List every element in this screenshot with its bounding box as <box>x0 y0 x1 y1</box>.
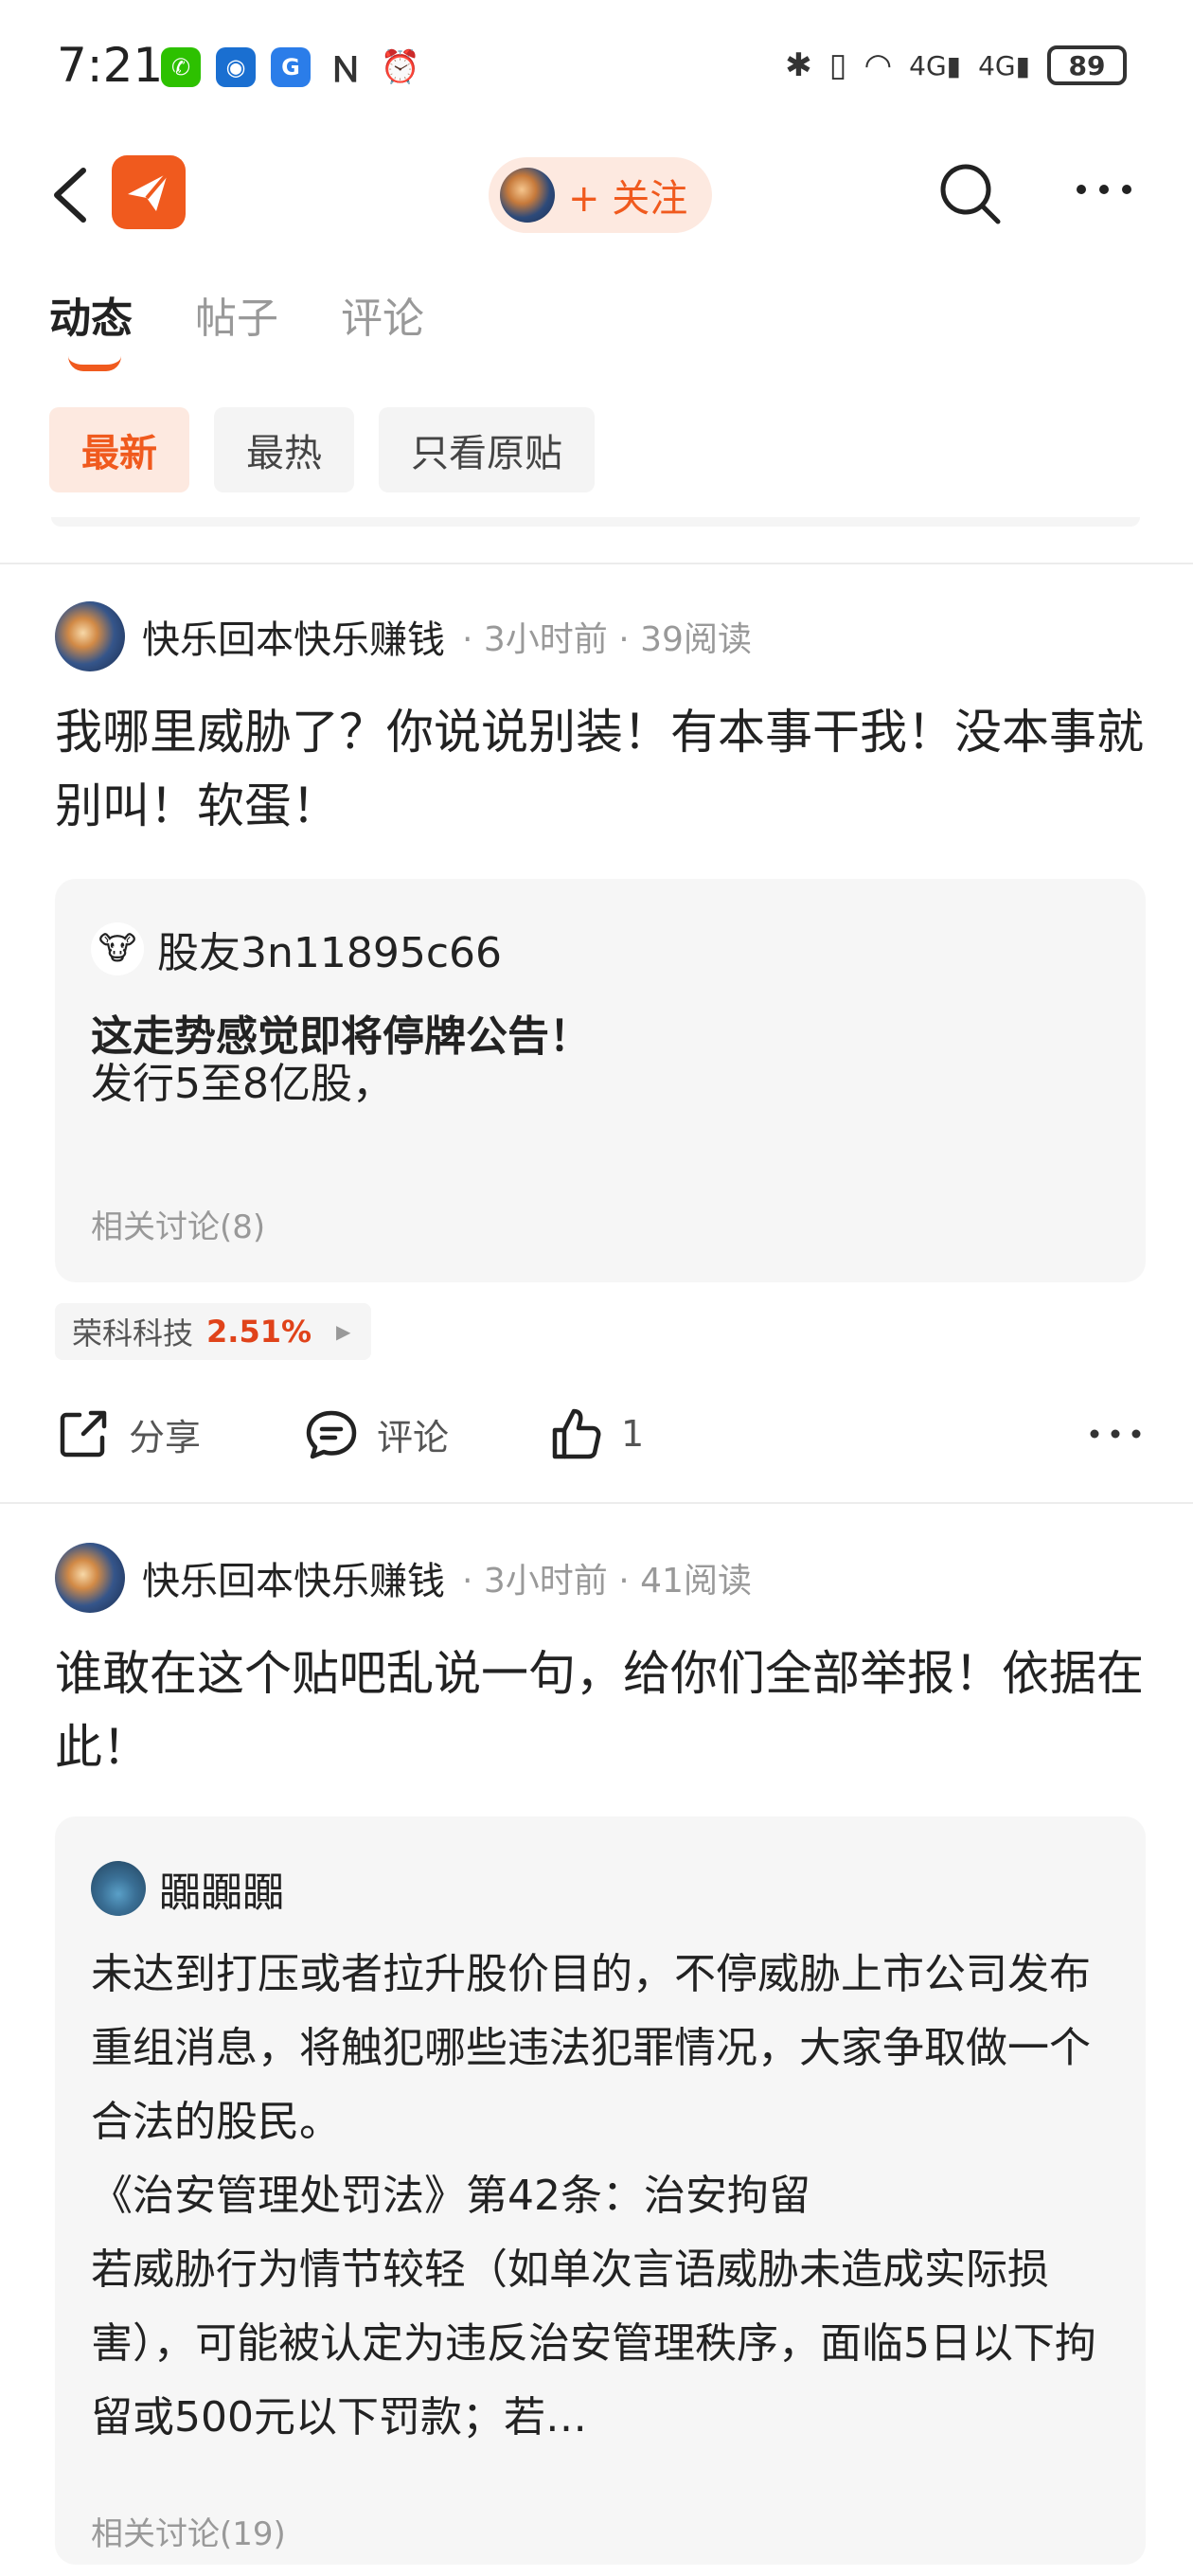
post-time: 3小时前 <box>483 1562 608 1601</box>
tab-dynamics[interactable]: 动态 <box>49 284 133 371</box>
wechat-icon: ✆ <box>161 47 201 87</box>
browser-icon: G <box>271 47 311 87</box>
profile-tabs: 动态 帖子 评论 <box>49 284 424 371</box>
quoted-body: 未达到打压或者拉升股价目的，不停威胁上市公司发布重组消息，将触犯哪些违法犯罪情况… <box>91 1950 1096 2442</box>
status-app-icons: ✆ ◉ G Ｎ ⏰ <box>161 47 421 90</box>
quoted-post[interactable]: 嚻嚻嚻 未达到打压或者拉升股价目的，不停威胁上市公司发布重组消息，将触犯哪些违法… <box>55 1816 1146 2565</box>
post-text: 我哪里威胁了？你说说别装！有本事干我！没本事就别叫！软蛋！ <box>55 705 1144 833</box>
vibrate-icon: ▯ <box>828 46 847 84</box>
more-options-icon[interactable] <box>1074 178 1134 201</box>
post-meta: · 3小时前 · 39阅读 <box>462 620 752 659</box>
signal-4g-icon: 4G▮ <box>909 49 962 81</box>
stock-name: 荣科科技 <box>72 1315 194 1351</box>
comment-button[interactable]: 评论 <box>303 1396 449 1472</box>
back-icon[interactable] <box>47 165 93 225</box>
quoted-post[interactable]: 🐮 股友3n11895c66 这走势感觉即将停牌公告！ 发行5至8亿股， 相关讨… <box>55 879 1146 1282</box>
avatar[interactable] <box>55 1543 125 1613</box>
post-reads: 39阅读 <box>640 620 752 659</box>
battery-level: 89 <box>1068 49 1106 81</box>
filter-original-only[interactable]: 只看原贴 <box>379 407 595 492</box>
signal-4g-icon: 4G▮ <box>978 49 1030 81</box>
status-time: 7:21 <box>57 38 164 93</box>
quoted-avatar <box>91 1861 146 1916</box>
quoted-author-name: 股友3n11895c66 <box>157 929 503 977</box>
like-count: 1 <box>621 1413 645 1455</box>
quoted-author-row: 🐮 股友3n11895c66 <box>91 919 502 979</box>
post-author-row: 快乐回本快乐赚钱 · 3小时前 · 41阅读 <box>55 1542 752 1614</box>
more-options-icon[interactable] <box>1087 1424 1144 1443</box>
quoted-author-row: 嚻嚻嚻 <box>91 1858 284 1919</box>
alarm-icon: ⏰ <box>380 48 421 86</box>
bluetooth-icon: ✱ <box>785 46 812 84</box>
like-button[interactable]: 1 <box>547 1396 644 1472</box>
follow-button[interactable]: + 关注 <box>489 157 713 233</box>
tab-label: 动态 <box>49 295 133 343</box>
feed-post[interactable]: 快乐回本快乐赚钱 · 3小时前 · 41阅读 谁敢在这个贴吧乱说一句，给你们全部… <box>0 1542 1193 2576</box>
battery-indicator: 89 <box>1047 45 1127 85</box>
related-discussion-link[interactable]: 相关讨论(8) <box>91 1201 265 1247</box>
caret-right-icon: ▶ <box>336 1320 351 1343</box>
post-meta: · 3小时前 · 41阅读 <box>462 1562 752 1601</box>
paper-plane-icon <box>128 171 169 211</box>
filter-latest[interactable]: 最新 <box>49 407 189 492</box>
related-discussion-link[interactable]: 相关讨论(19) <box>91 2508 286 2554</box>
author-name[interactable]: 快乐回本快乐赚钱 <box>142 609 445 664</box>
tab-comments[interactable]: 评论 <box>341 284 424 345</box>
comment-icon <box>306 1410 357 1459</box>
status-right-icons: ✱ ▯ ◠ 4G▮ 4G▮ 89 <box>785 45 1127 85</box>
search-icon[interactable] <box>935 159 1004 227</box>
author-name[interactable]: 快乐回本快乐赚钱 <box>142 1550 445 1605</box>
app-logo-icon[interactable] <box>112 155 186 229</box>
quoted-author-name: 嚻嚻嚻 <box>159 1869 284 1917</box>
post-actions: 分享 评论 1 <box>55 1396 1144 1472</box>
divider <box>0 563 1193 564</box>
tab-active-indicator <box>68 356 121 371</box>
share-label: 分享 <box>129 1416 202 1458</box>
top-nav: + 关注 <box>0 142 1193 246</box>
filter-hottest[interactable]: 最热 <box>214 407 354 492</box>
sort-filters: 最新 最热 只看原贴 <box>49 407 595 492</box>
share-icon <box>60 1410 107 1458</box>
stock-tag[interactable]: 荣科科技 2.51% ▶ <box>55 1303 372 1360</box>
previous-card-edge <box>51 517 1140 527</box>
follow-label: + 关注 <box>568 177 688 221</box>
wifi-icon: ◠ <box>864 46 893 84</box>
stock-change: 2.51% <box>206 1314 312 1350</box>
quoted-body: 发行5至8亿股， <box>91 1060 394 1108</box>
post-time: 3小时前 <box>483 620 608 659</box>
user-avatar <box>500 168 555 223</box>
avatar[interactable] <box>55 601 125 671</box>
post-text: 谁敢在这个贴吧乱说一句，给你们全部举报！依据在此！ <box>55 1646 1144 1775</box>
tab-posts[interactable]: 帖子 <box>195 284 278 345</box>
quoted-avatar: 🐮 <box>91 922 144 975</box>
feed-post[interactable]: 快乐回本快乐赚钱 · 3小时前 · 39阅读 我哪里威胁了？你说说别装！有本事干… <box>0 600 1193 1491</box>
tab-label: 评论 <box>341 295 424 343</box>
thumbs-up-icon <box>552 1408 601 1459</box>
tab-label: 帖子 <box>195 295 278 343</box>
status-bar: 7:21 ✆ ◉ G Ｎ ⏰ ✱ ▯ ◠ 4G▮ 4G▮ 89 <box>0 0 1193 133</box>
nfc-icon: Ｎ <box>328 51 363 90</box>
divider <box>0 1502 1193 1504</box>
bank-icon: ◉ <box>216 47 256 87</box>
post-author-row: 快乐回本快乐赚钱 · 3小时前 · 39阅读 <box>55 600 752 672</box>
comment-label: 评论 <box>377 1416 450 1458</box>
post-reads: 41阅读 <box>640 1562 752 1601</box>
share-button[interactable]: 分享 <box>55 1396 201 1472</box>
